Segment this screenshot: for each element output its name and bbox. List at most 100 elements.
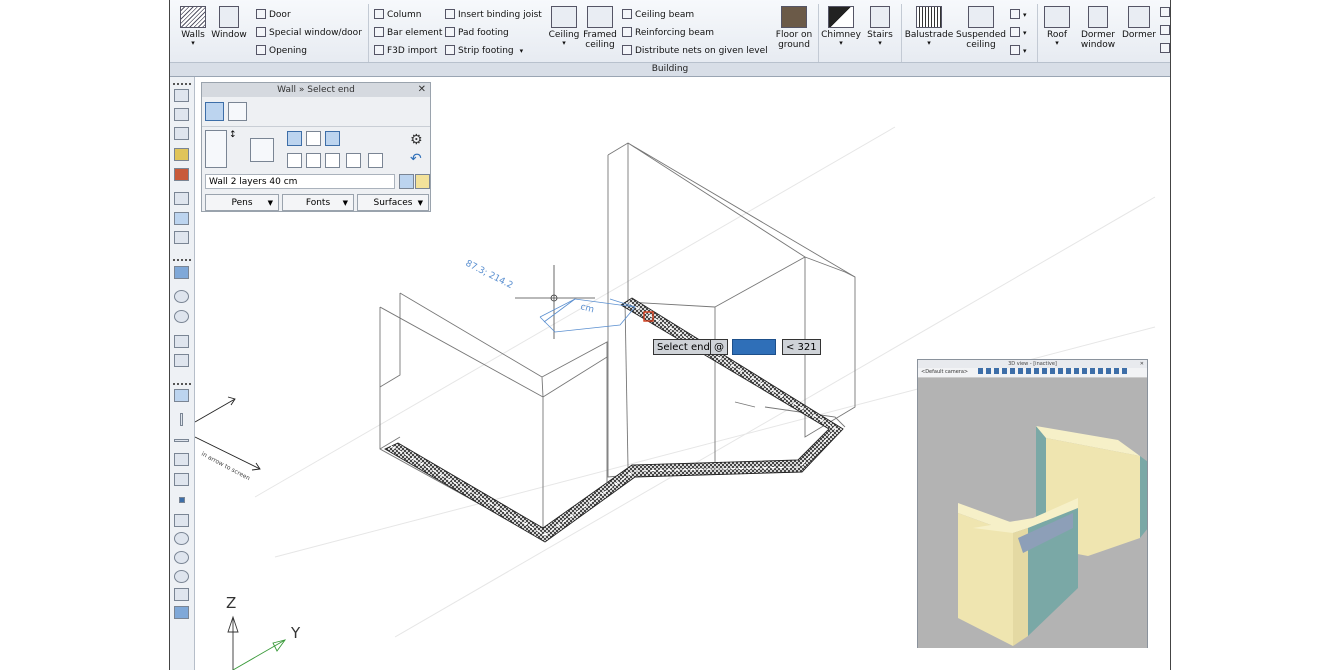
ribbon-separator xyxy=(901,4,902,62)
wall-type-picker-icon[interactable] xyxy=(399,174,414,189)
bar-element-button[interactable]: Bar element xyxy=(374,26,442,40)
diagonal-line-icon[interactable] xyxy=(174,453,189,466)
camera-select[interactable]: <Default camera> xyxy=(921,369,968,375)
pad-footing-button[interactable]: Pad footing xyxy=(445,26,509,40)
door-icon xyxy=(256,9,266,19)
fill-icon[interactable] xyxy=(174,606,189,619)
slope-line-icon[interactable] xyxy=(174,473,189,486)
measure-icon[interactable] xyxy=(174,389,189,402)
wall-axis-line xyxy=(390,300,837,536)
door-button[interactable]: Door xyxy=(256,8,291,22)
undo-icon[interactable]: ↶ xyxy=(410,151,422,167)
window-button[interactable]: Window xyxy=(210,6,248,40)
snap-mode-8-icon[interactable] xyxy=(368,153,383,168)
ceiling-button[interactable]: Ceiling ▾ xyxy=(547,6,581,47)
axis-tool-icon[interactable] xyxy=(174,231,189,244)
circle-icon[interactable] xyxy=(174,532,189,545)
point-icon[interactable] xyxy=(179,497,185,503)
arc-icon[interactable] xyxy=(174,551,189,564)
refresh-view-icon[interactable] xyxy=(174,266,189,279)
flip-icon[interactable]: ↕ xyxy=(229,130,238,168)
snap-mode-3-icon[interactable] xyxy=(325,131,340,146)
floor-on-ground-button[interactable]: Floor on ground xyxy=(774,6,814,50)
snap-mode-5-icon[interactable] xyxy=(306,153,321,168)
close-icon[interactable]: ✕ xyxy=(418,83,426,97)
dormer-button[interactable]: Dormer xyxy=(1121,6,1157,40)
snap-mode-4-icon[interactable] xyxy=(287,153,302,168)
special-window-button[interactable]: Special window/door xyxy=(256,26,362,40)
wall-mode-icon[interactable] xyxy=(205,102,224,121)
reinforcing-beam-button[interactable]: Reinforcing beam xyxy=(622,26,714,40)
insert-binding-joist-button[interactable]: Insert binding joist xyxy=(445,8,542,22)
extra-tool-e[interactable] xyxy=(1160,24,1170,38)
column-button[interactable]: Column xyxy=(374,8,421,22)
suspended-ceiling-button[interactable]: Suspended ceiling xyxy=(955,6,1007,50)
length-input[interactable] xyxy=(732,339,776,355)
roof-icon xyxy=(1044,6,1070,28)
layer-stack-icon[interactable] xyxy=(205,130,227,168)
stairs-button[interactable]: Stairs ▾ xyxy=(863,6,897,47)
dormer-window-button[interactable]: Dormer window xyxy=(1074,6,1122,50)
zoom-in-icon[interactable] xyxy=(174,310,189,323)
pens-dropdown[interactable]: Pens ▼ xyxy=(205,194,279,211)
frame-tool-icon[interactable] xyxy=(174,212,189,225)
3d-view-titlebar[interactable]: 3D view - [inactive] ✕ xyxy=(918,360,1147,368)
tool-a-icon xyxy=(1010,9,1020,19)
vertical-line-icon[interactable] xyxy=(180,413,183,426)
grid-tool-icon[interactable] xyxy=(174,192,189,205)
bar-element-icon xyxy=(374,27,384,37)
3d-tool-icons[interactable] xyxy=(977,368,1128,374)
view-3d-icon[interactable] xyxy=(174,354,189,367)
roof-button[interactable]: Roof ▾ xyxy=(1040,6,1074,47)
chevron-down-icon: ▾ xyxy=(519,47,524,55)
polyline-icon[interactable] xyxy=(174,514,189,527)
ellipse-icon[interactable] xyxy=(174,570,189,583)
view-tool-icon[interactable] xyxy=(174,89,189,102)
layer-tool-icon[interactable] xyxy=(174,108,189,121)
angle-input[interactable]: < 321 xyxy=(782,339,821,355)
chimney-button[interactable]: Chimney ▾ xyxy=(821,6,861,47)
ceiling-beam-button[interactable]: Ceiling beam xyxy=(622,8,694,22)
render-tool-icon[interactable] xyxy=(174,148,189,161)
chevron-down-icon: ▾ xyxy=(927,39,931,47)
gear-icon[interactable]: ⚙ xyxy=(410,132,423,148)
snap-mode-2-icon[interactable] xyxy=(306,131,321,146)
extra-tool-b[interactable]: ▾ xyxy=(1010,26,1027,40)
horizontal-line-icon[interactable] xyxy=(174,439,189,442)
close-icon[interactable]: ✕ xyxy=(1140,360,1144,368)
opening-button[interactable]: Opening xyxy=(256,44,307,58)
strip-footing-button[interactable]: Strip footing ▾ xyxy=(445,44,523,58)
extra-tool-a[interactable]: ▾ xyxy=(1010,8,1027,22)
tool-e-icon xyxy=(1160,25,1170,35)
extra-tool-d[interactable] xyxy=(1160,6,1170,20)
texture-tool-icon[interactable] xyxy=(174,168,189,181)
walls-button[interactable]: Walls ▾ xyxy=(178,6,208,47)
fonts-dropdown[interactable]: Fonts ▼ xyxy=(282,194,354,211)
snap-mode-7-icon[interactable] xyxy=(346,153,361,168)
extra-tool-c[interactable]: ▾ xyxy=(1010,44,1027,58)
balustrade-button[interactable]: Balustrade ▾ xyxy=(904,6,954,47)
toolbar-grip xyxy=(173,83,191,87)
snap-mode-6-icon[interactable] xyxy=(325,153,340,168)
wall-type-edit-icon[interactable] xyxy=(415,174,430,189)
reinforcing-beam-label: Reinforcing beam xyxy=(635,28,715,38)
distribute-nets-button[interactable]: Distribute nets on given level xyxy=(622,44,768,58)
relative-at-toggle[interactable]: @ xyxy=(710,339,728,355)
f3d-import-button[interactable]: F3D import xyxy=(374,44,437,58)
wall-mode-alt-icon[interactable] xyxy=(228,102,247,121)
fonts-label: Fonts xyxy=(305,198,331,208)
extra-tool-f[interactable] xyxy=(1160,42,1170,56)
framed-ceiling-button[interactable]: Framed ceiling xyxy=(582,6,618,50)
rectangle-icon[interactable] xyxy=(174,588,189,601)
pan-icon[interactable] xyxy=(174,335,189,348)
chevron-down-icon: ▾ xyxy=(839,39,843,47)
snap-mode-1-icon[interactable] xyxy=(287,131,302,146)
zoom-icon[interactable] xyxy=(174,290,189,303)
window-tool-icon[interactable] xyxy=(174,127,189,140)
chimney-icon xyxy=(828,6,854,28)
wall-type-field[interactable]: Wall 2 layers 40 cm xyxy=(205,174,395,189)
properties-icon[interactable] xyxy=(250,138,274,162)
surfaces-dropdown[interactable]: Surfaces ▼ xyxy=(357,194,429,211)
dormer-icon xyxy=(1128,6,1150,28)
panel-title-bar[interactable]: Wall » Select end ✕ xyxy=(202,83,430,97)
